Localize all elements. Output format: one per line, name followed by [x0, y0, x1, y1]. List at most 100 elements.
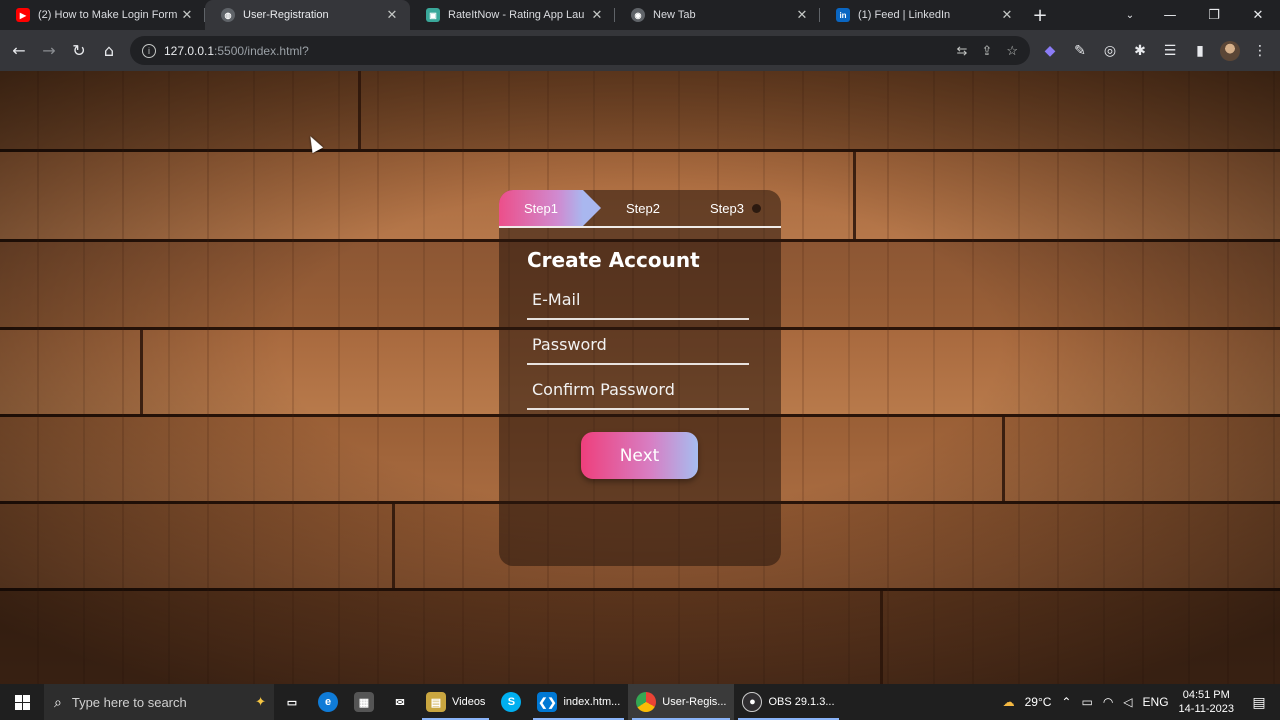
close-icon[interactable]: ✕ — [589, 7, 605, 23]
close-icon[interactable]: ✕ — [999, 7, 1015, 23]
tab-strip: ▶ (2) How to Make Login Form ✕ ◍ User-Re… — [0, 0, 1280, 30]
store-icon: ▦ — [354, 692, 374, 712]
chrome-icon — [636, 692, 657, 712]
close-icon[interactable]: ✕ — [179, 7, 195, 23]
reload-icon[interactable]: ↻ — [64, 36, 94, 66]
start-button[interactable] — [0, 684, 44, 720]
linkedin-icon: in — [836, 8, 850, 22]
tab-title: (1) Feed | LinkedIn — [858, 9, 951, 21]
weather-icon: ☁ — [1002, 695, 1015, 709]
taskbar-chrome[interactable]: User-Regis... — [628, 684, 735, 720]
confirm-password-field[interactable] — [527, 370, 749, 410]
wifi-icon[interactable]: ◠ — [1103, 695, 1113, 709]
search-placeholder: Type here to search — [71, 694, 187, 710]
tab-user-registration[interactable]: ◍ User-Registration ✕ — [205, 0, 410, 30]
url-path: :5500/index.html? — [214, 43, 309, 58]
back-arrow-icon[interactable]: ← — [4, 36, 34, 66]
taskbar-search[interactable]: ⌕ Type here to search ✦ — [44, 684, 274, 720]
taskbar-store[interactable]: ▦ — [346, 684, 382, 720]
registration-card: Step1 Step2 Step3 Create Account Next — [499, 190, 781, 566]
translate-icon[interactable]: ⇆ — [957, 43, 968, 59]
tab-title: RateItNow - Rating App Lau — [448, 9, 585, 21]
site-info-icon[interactable]: i — [142, 43, 156, 58]
password-field[interactable] — [527, 325, 749, 365]
tab-rateitnow[interactable]: ▣ RateItNow - Rating App Lau ✕ — [410, 0, 615, 30]
taskbar-skype[interactable]: S — [493, 684, 529, 720]
share-icon[interactable]: ⇪ — [981, 43, 992, 59]
restore-icon[interactable]: ❐ — [1192, 0, 1236, 30]
browser-toolbar: ← → ↻ ⌂ i 127.0.0.1:5500/index.html? ⇆ ⇪… — [0, 30, 1280, 71]
video-folder-icon: ▤ — [426, 692, 446, 712]
weather-temp[interactable]: 29°C — [1025, 695, 1052, 709]
taskbar-vscode[interactable]: ❮❯ index.htm... — [529, 684, 628, 720]
youtube-icon: ▶ — [16, 8, 30, 22]
step-2[interactable]: Step2 — [601, 190, 685, 226]
reading-list-icon[interactable]: ☰ — [1160, 43, 1180, 59]
language-indicator[interactable]: ENG — [1143, 695, 1169, 709]
taskbar-app-label: OBS 29.1.3... — [768, 696, 835, 708]
taskbar-edge[interactable]: e — [310, 684, 346, 720]
wood-seam — [1002, 417, 1005, 501]
taskbar-videos[interactable]: ▤ Videos — [418, 684, 493, 720]
close-icon[interactable]: ✕ — [384, 7, 400, 23]
windows-logo-icon — [14, 694, 30, 710]
obs-icon: ● — [742, 692, 763, 712]
eyedropper-icon[interactable]: ✎ — [1070, 43, 1090, 59]
bookmark-star-icon[interactable]: ☆ — [1006, 43, 1018, 59]
battery-icon[interactable]: ▭ — [1081, 695, 1092, 709]
toolbar-extensions: ◆ ✎ ◎ ✱ ☰ ▮ ⋮ — [1040, 30, 1270, 71]
wood-seam — [853, 152, 856, 239]
menu-kebab-icon[interactable]: ⋮ — [1250, 43, 1270, 59]
next-button[interactable]: Next — [581, 432, 698, 479]
close-icon[interactable]: ✕ — [794, 7, 810, 23]
search-highlight-icon: ✦ — [255, 694, 266, 709]
extension-icon[interactable]: ◆ — [1040, 43, 1060, 59]
clock-time: 04:51 PM — [1182, 689, 1230, 701]
record-icon[interactable]: ◎ — [1100, 43, 1120, 59]
tab-title: New Tab — [653, 9, 696, 21]
wood-seam — [392, 504, 395, 588]
wood-seam — [140, 330, 143, 414]
mail-icon: ✉ — [395, 696, 405, 709]
vscode-icon: ❮❯ — [537, 692, 558, 712]
close-window-icon[interactable]: ✕ — [1236, 0, 1280, 30]
app-icon: ▣ — [426, 8, 440, 22]
tab-new-tab[interactable]: ◉ New Tab ✕ — [615, 0, 820, 30]
url-host: 127.0.0.1 — [164, 43, 215, 58]
form-heading: Create Account — [527, 248, 700, 272]
tab-youtube[interactable]: ▶ (2) How to Make Login Form ✕ — [0, 0, 205, 30]
taskbar-task-view[interactable]: ▭ — [274, 684, 310, 720]
address-bar[interactable]: i 127.0.0.1:5500/index.html? ⇆ ⇪ ☆ — [130, 36, 1030, 65]
wood-seam — [880, 591, 883, 684]
omnibox-actions: ⇆ ⇪ ☆ — [957, 36, 1018, 65]
puzzle-extensions-icon[interactable]: ✱ — [1130, 43, 1150, 59]
taskbar-obs[interactable]: ● OBS 29.1.3... — [734, 684, 842, 720]
step-progress-bar: Step1 Step2 Step3 — [499, 190, 781, 228]
email-field[interactable] — [527, 280, 749, 320]
taskbar-mail[interactable]: ✉ — [382, 684, 418, 720]
step-1[interactable]: Step1 — [499, 190, 601, 226]
clock[interactable]: 04:51 PM 14-11-2023 — [1179, 688, 1234, 716]
clock-date: 14-11-2023 — [1178, 703, 1234, 715]
tab-linkedin[interactable]: in (1) Feed | LinkedIn ✕ — [820, 0, 1025, 30]
tray-chevron-up-icon[interactable]: ⌃ — [1061, 695, 1071, 709]
forward-arrow-icon[interactable]: → — [34, 36, 64, 66]
taskbar-app-label: index.htm... — [563, 696, 621, 708]
system-tray: ☁ 29°C ⌃ ▭ ◠ ◁ ENG 04:51 PM 14-11-2023 ▤ — [1003, 684, 1280, 720]
window-controls: — ❐ ✕ — [1148, 0, 1280, 30]
skype-icon: S — [501, 692, 522, 712]
side-panel-icon[interactable]: ▮ — [1190, 43, 1210, 59]
edge-icon: e — [318, 692, 338, 712]
notifications-icon[interactable]: ▤ — [1244, 694, 1274, 711]
globe-icon: ◍ — [221, 8, 235, 22]
chrome-icon: ◉ — [631, 8, 645, 22]
tab-search-chevron-icon[interactable]: ⌄ — [1118, 0, 1142, 30]
home-icon[interactable]: ⌂ — [94, 36, 124, 66]
taskbar: ⌕ Type here to search ✦ ▭ e ▦ ✉ ▤ Videos … — [0, 684, 1280, 720]
volume-icon[interactable]: ◁ — [1123, 695, 1132, 709]
taskbar-app-label: User-Regis... — [662, 696, 727, 708]
tab-title: (2) How to Make Login Form — [38, 9, 178, 21]
minimize-icon[interactable]: — — [1148, 0, 1192, 30]
profile-avatar[interactable] — [1220, 40, 1240, 61]
new-tab-button[interactable]: + — [1025, 0, 1055, 30]
